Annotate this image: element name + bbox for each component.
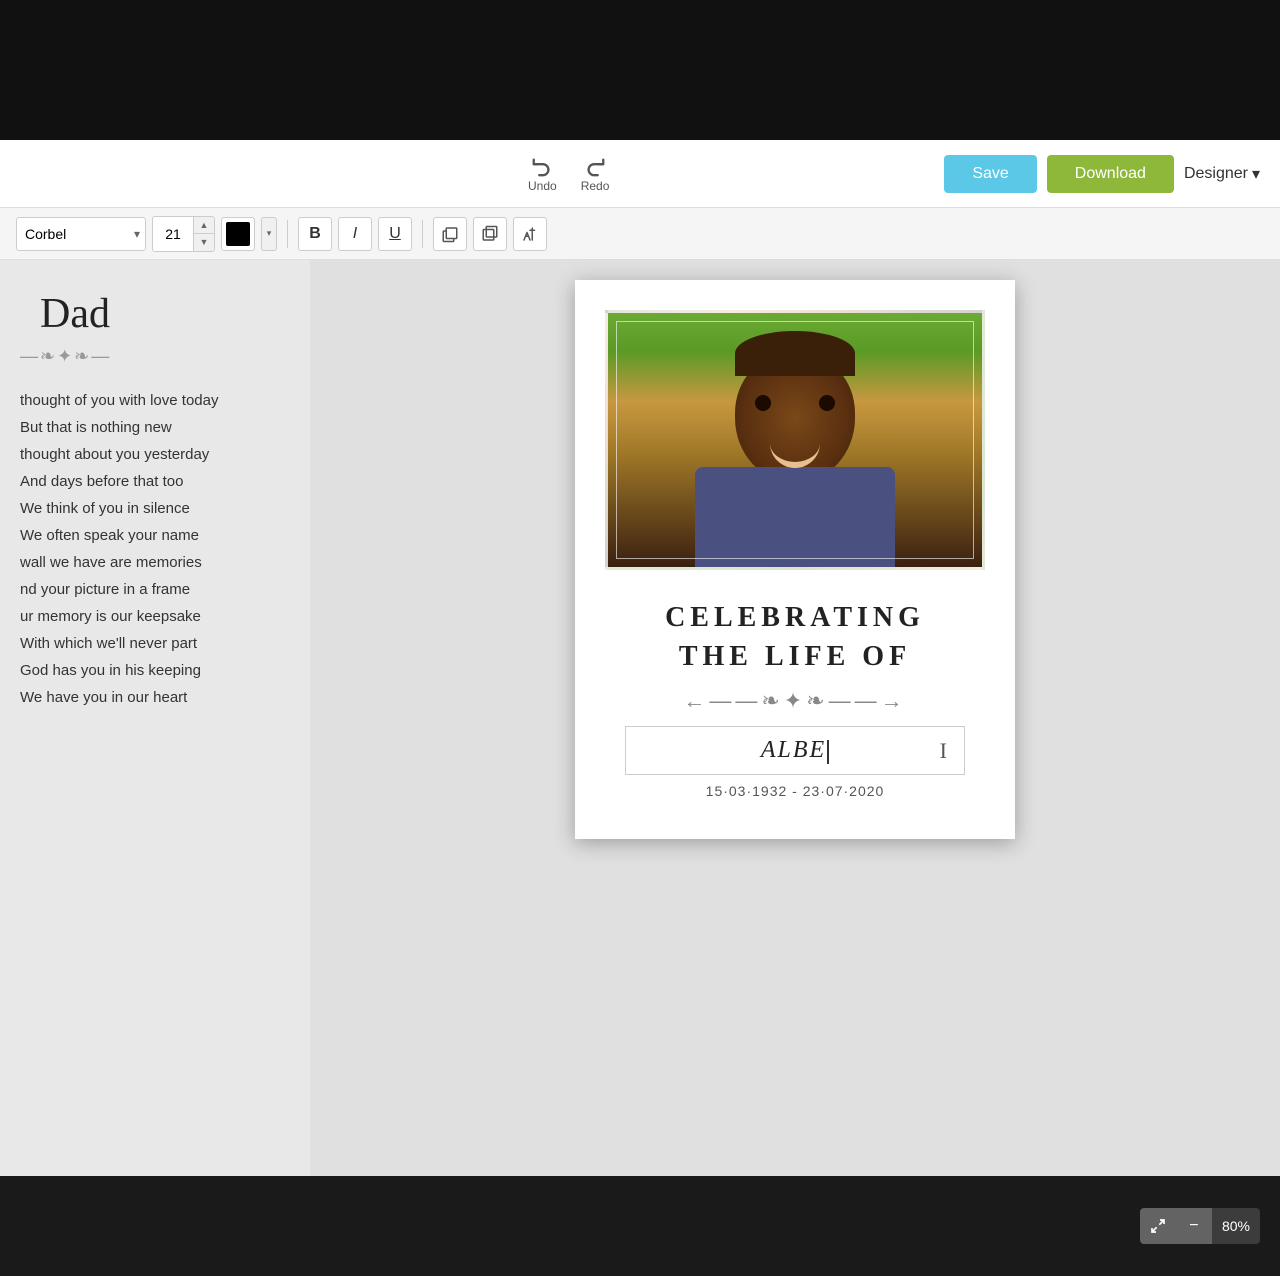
main-area: Dad —❧✦❧— thought of you with love today… bbox=[0, 260, 1280, 1176]
poem-line-8: nd your picture in a frame bbox=[20, 576, 290, 603]
undo-label: Undo bbox=[528, 179, 557, 193]
eye-right bbox=[819, 395, 835, 411]
designer-button[interactable]: Designer ▾ bbox=[1184, 164, 1260, 184]
toolbar: Undo Redo Save Download Designer ▾ bbox=[0, 140, 1280, 208]
color-button[interactable] bbox=[221, 217, 255, 251]
memorial-card: CELEBRATING THE LIFE OF ←——❧✦❧——→ ALBE I… bbox=[575, 280, 1015, 839]
zoom-level: 80% bbox=[1212, 1218, 1260, 1234]
redo-label: Redo bbox=[581, 179, 610, 193]
eyes bbox=[755, 395, 835, 411]
face-photo-sim bbox=[608, 313, 982, 567]
smile bbox=[770, 443, 820, 468]
poem-line-10: With which we'll never part bbox=[20, 630, 290, 657]
poem-line-12: We have you in our heart bbox=[20, 684, 290, 711]
format-bar: Corbel ▲ ▼ ▾ B I U bbox=[0, 208, 1280, 260]
font-size-up-button[interactable]: ▲ bbox=[194, 217, 214, 234]
font-family-wrapper: Corbel bbox=[16, 217, 146, 251]
font-size-arrows: ▲ ▼ bbox=[193, 217, 214, 251]
download-button[interactable]: Download bbox=[1047, 155, 1174, 193]
undo-button[interactable]: Undo bbox=[520, 151, 565, 197]
text-cursor bbox=[827, 740, 829, 764]
poem-line-7: wall we have are memories bbox=[20, 549, 290, 576]
top-bar bbox=[0, 0, 1280, 140]
sidebar-divider: —❧✦❧— bbox=[20, 346, 290, 367]
eye-left bbox=[755, 395, 771, 411]
underline-button[interactable]: U bbox=[378, 217, 412, 251]
save-button[interactable]: Save bbox=[944, 155, 1036, 193]
font-size-wrapper: ▲ ▼ bbox=[152, 216, 215, 252]
font-size-input[interactable] bbox=[153, 217, 193, 251]
sidebar-title: Dad bbox=[20, 290, 290, 338]
zoom-controls: − 80% bbox=[1140, 1208, 1260, 1244]
format-divider bbox=[287, 220, 288, 248]
toolbar-center: Undo Redo bbox=[520, 151, 617, 197]
redo-button[interactable]: Redo bbox=[573, 151, 618, 197]
bottom-bar: − 80% bbox=[0, 1176, 1280, 1276]
bold-button[interactable]: B bbox=[298, 217, 332, 251]
layer-down-button[interactable] bbox=[473, 217, 507, 251]
poem-line-1: thought of you with love today bbox=[20, 387, 290, 414]
card-ornament: ←——❧✦❧——→ bbox=[605, 688, 985, 714]
canvas-area: CELEBRATING THE LIFE OF ←——❧✦❧——→ ALBE I… bbox=[310, 260, 1280, 1176]
celebrating-line1: CELEBRATING bbox=[605, 598, 985, 637]
card-celebrating: CELEBRATING THE LIFE OF bbox=[605, 598, 985, 676]
zoom-out-button[interactable]: − bbox=[1176, 1208, 1212, 1244]
name-text: ALBE bbox=[761, 737, 826, 763]
text-style-button[interactable] bbox=[513, 217, 547, 251]
forehead bbox=[735, 331, 855, 376]
designer-label: Designer bbox=[1184, 165, 1248, 183]
poem-line-9: ur memory is our keepsake bbox=[20, 603, 290, 630]
poem-line-11: God has you in his keeping bbox=[20, 657, 290, 684]
format-divider-2 bbox=[422, 220, 423, 248]
color-swatch bbox=[226, 222, 250, 246]
name-box[interactable]: ALBE I bbox=[625, 726, 965, 775]
font-size-down-button[interactable]: ▼ bbox=[194, 234, 214, 251]
sidebar-text: Dad —❧✦❧— thought of you with love today… bbox=[0, 260, 310, 1176]
poem-line-3: thought about you yesterday bbox=[20, 441, 290, 468]
i-beam-cursor: I bbox=[940, 738, 949, 764]
font-family-select[interactable]: Corbel bbox=[16, 217, 146, 251]
layer-up-button[interactable] bbox=[433, 217, 467, 251]
celebrating-line2: THE LIFE OF bbox=[605, 637, 985, 676]
poem-line-2: But that is nothing new bbox=[20, 414, 290, 441]
zoom-expand-button[interactable] bbox=[1140, 1208, 1176, 1244]
color-dropdown-arrow[interactable]: ▾ bbox=[261, 217, 277, 251]
card-photo bbox=[605, 310, 985, 570]
poem-line-6: We often speak your name bbox=[20, 522, 290, 549]
poem-line-5: We think of you in silence bbox=[20, 495, 290, 522]
poem-line-4: And days before that too bbox=[20, 468, 290, 495]
card-dates: 15·03·1932 - 23·07·2020 bbox=[605, 783, 985, 799]
chevron-down-icon: ▾ bbox=[1252, 164, 1260, 184]
sidebar-poem: thought of you with love today But that … bbox=[20, 387, 290, 711]
italic-button[interactable]: I bbox=[338, 217, 372, 251]
